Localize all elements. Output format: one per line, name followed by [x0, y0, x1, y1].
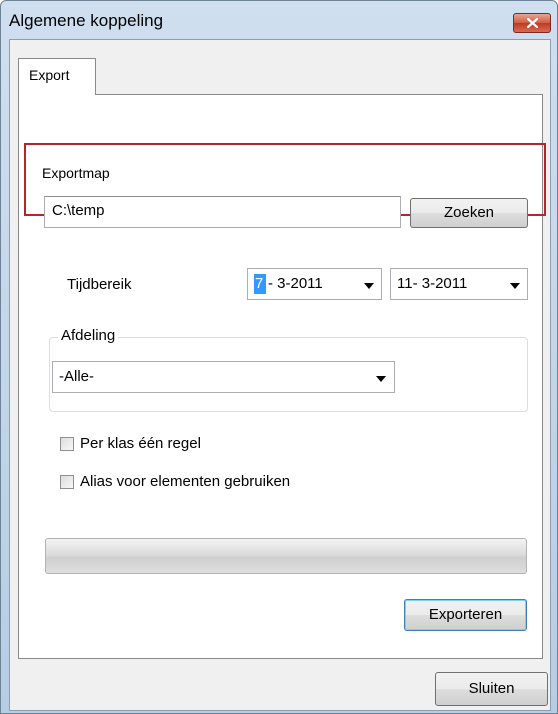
date-to-value: 11- 3-2011 [397, 275, 468, 292]
export-folder-input[interactable]: C:\temp [44, 196, 401, 228]
time-range-label: Tijdbereik [67, 276, 132, 293]
date-from-rest: - 3-2011 [268, 275, 323, 292]
window-title: Algemene koppeling [9, 11, 164, 30]
date-from-picker[interactable]: 7 - 3-2011 [247, 268, 382, 300]
per-class-one-line-checkbox[interactable] [60, 437, 74, 451]
title-bar[interactable]: Algemene koppeling [1, 1, 557, 39]
export-folder-label: Exportmap [42, 165, 110, 181]
chevron-down-icon[interactable] [376, 376, 386, 382]
export-button[interactable]: Exporteren [404, 599, 527, 631]
close-dialog-button[interactable]: Sluiten [435, 672, 548, 706]
chevron-down-icon[interactable] [510, 283, 520, 289]
close-icon [527, 18, 538, 28]
date-from-day: 7 [255, 275, 264, 292]
date-to-picker[interactable]: 11- 3-2011 [390, 268, 528, 300]
alias-elements-label[interactable]: Alias voor elementen gebruiken [80, 473, 290, 490]
tab-export-label: Export [29, 67, 70, 83]
per-class-one-line-label[interactable]: Per klas één regel [80, 435, 201, 452]
department-group-label: Afdeling [58, 327, 119, 344]
tab-export[interactable]: Export [18, 58, 96, 95]
chevron-down-icon[interactable] [364, 283, 374, 289]
department-selected-value: -Alle- [59, 368, 95, 385]
close-button[interactable] [513, 13, 551, 33]
export-progress-bar [45, 538, 527, 574]
browse-button[interactable]: Zoeken [410, 198, 528, 228]
alias-elements-checkbox[interactable] [60, 475, 74, 489]
export-folder-value: C:\temp [52, 202, 105, 219]
department-select[interactable]: -Alle- [52, 361, 395, 393]
